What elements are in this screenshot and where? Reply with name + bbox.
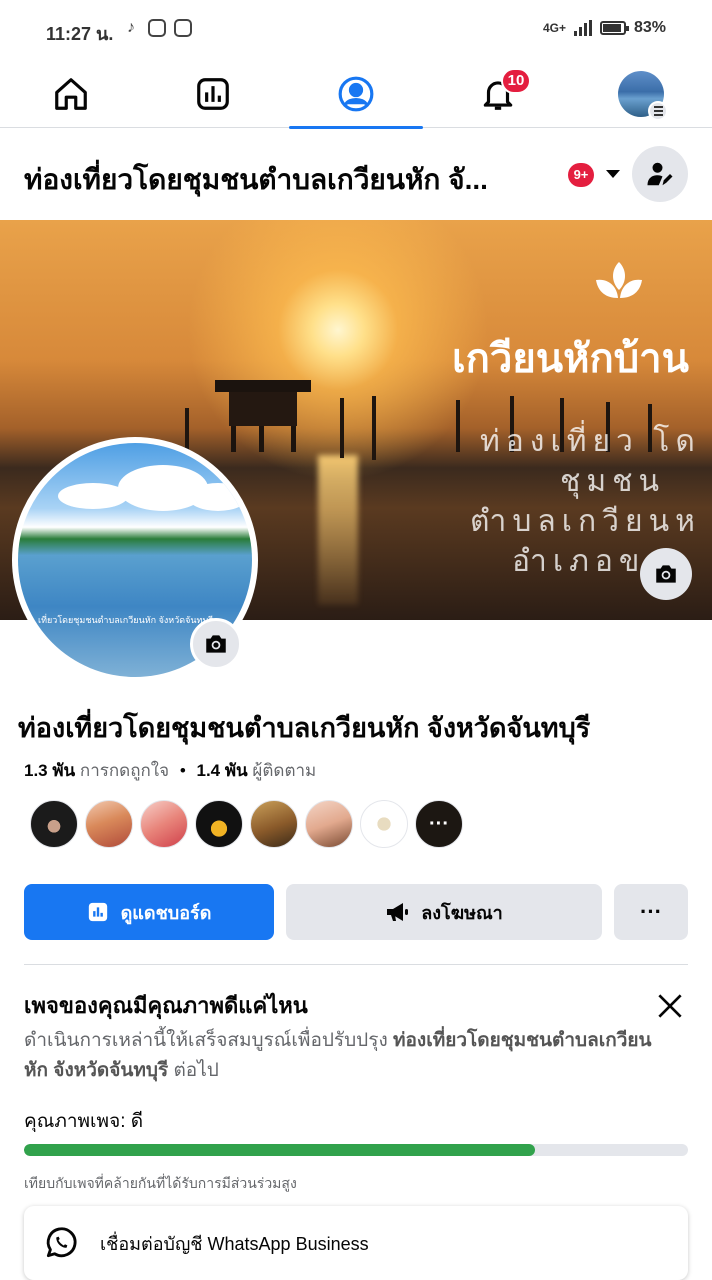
top-nav: 10 [0, 60, 712, 129]
page-header-title[interactable]: ท่องเที่ยวโดยชุมชนตำบลเกวียนหัก จั... [24, 158, 554, 202]
avatar[interactable] [360, 800, 408, 848]
dashboard-icon [197, 78, 229, 110]
avatar[interactable] [140, 800, 188, 848]
menu-avatar [618, 71, 668, 121]
quality-description: ดำเนินการเหล่านี้ให้เสร็จสมบูรณ์เพื่อปรั… [24, 1026, 664, 1086]
quality-progress-bar [24, 1144, 688, 1156]
page-stats: 1.3 พัน การกดถูกใจ • 1.4 พัน ผู้ติดตาม [24, 757, 316, 784]
switch-profile-icon [647, 162, 673, 186]
dashboard-button[interactable]: ดูแดชบอร์ด [24, 884, 274, 940]
cover-brand-text: เกวียนหักบ้าน [452, 337, 689, 381]
status-right: 4G+ 83% [543, 19, 666, 37]
signal-icon [573, 20, 592, 36]
camera-icon [656, 565, 676, 583]
avatar[interactable] [250, 800, 298, 848]
followers-count[interactable]: 1.4 พัน [197, 761, 248, 780]
camera-icon [206, 635, 226, 653]
quality-progress-fill [24, 1144, 536, 1156]
quality-desc-suffix: ต่อไป [168, 1060, 219, 1081]
notifications-badge: 10 [501, 68, 531, 94]
profile-icon [338, 76, 374, 112]
switch-profile-button[interactable] [632, 146, 688, 202]
page-name: ท่องเที่ยวโดยชุมชนตำบลเกวียนหัก จังหวัดจ… [18, 713, 591, 743]
leaf-logo-icon [596, 262, 642, 298]
more-options-button[interactable]: ··· [614, 884, 688, 940]
battery-icon [599, 21, 629, 35]
more-avatars-button[interactable]: ··· [415, 800, 463, 848]
cover-hut [215, 380, 311, 452]
profile-camera-button[interactable] [190, 618, 242, 670]
advertise-button[interactable]: ลงโฆษณา [286, 884, 602, 940]
youtube-icon [174, 19, 192, 37]
status-time: 11:27 น. [46, 24, 114, 44]
quality-label: คุณภาพเพจ: ดี [24, 1111, 144, 1132]
quality-desc-prefix: ดำเนินการเหล่านี้ให้เสร็จสมบูรณ์เพื่อปรั… [24, 1030, 393, 1051]
caret-down-icon[interactable] [606, 170, 620, 178]
followers-label: ผู้ติดตาม [252, 761, 317, 780]
battery-percent: 83% [633, 19, 666, 36]
sun-reflection [318, 455, 358, 605]
status-bar: 11:27 น. ♪ 4G+ 83% [0, 0, 712, 60]
status-app-icons: ♪ [122, 19, 192, 37]
whatsapp-connect-button[interactable]: เชื่อมต่อบัญชี WhatsApp Business [24, 1206, 688, 1280]
whatsapp-label: เชื่อมต่อบัญชี WhatsApp Business [100, 1233, 369, 1254]
profile-caption: เที่ยวโดยชุมชนตำบลเกวียนหัก จังหวัดจันทบ… [38, 615, 214, 625]
dashboard-icon [88, 902, 107, 922]
avatar[interactable] [195, 800, 243, 848]
advertise-button-label: ลงโฆษณา [421, 902, 503, 923]
avatar[interactable] [305, 800, 353, 848]
page-header: ท่องเที่ยวโดยชุมชนตำบลเกวียนหัก จั... 9+ [0, 128, 712, 220]
avatar[interactable] [85, 800, 133, 848]
quality-title: เพจของคุณมีคุณภาพดีแค่ไหน [24, 993, 308, 1018]
likes-count[interactable]: 1.3 พัน [24, 761, 75, 780]
tab-dashboard[interactable] [146, 60, 280, 128]
avatar[interactable] [30, 800, 78, 848]
instagram-icon [148, 19, 166, 37]
network-type: 4G+ [542, 21, 566, 35]
close-icon[interactable] [654, 990, 686, 1022]
tab-notifications[interactable]: 10 [431, 60, 565, 128]
likes-label: การกดถูกใจ [79, 761, 170, 780]
cover-camera-button[interactable] [640, 548, 692, 600]
tab-profile[interactable] [289, 60, 423, 129]
whatsapp-icon [46, 1227, 77, 1258]
follower-avatars[interactable]: ··· [30, 800, 463, 848]
dashboard-button-label: ดูแดชบอร์ด [120, 902, 212, 923]
tab-menu[interactable] [574, 60, 708, 128]
quality-note: เทียบกับเพจที่คล้ายกันที่ได้รับการมีส่วน… [24, 1175, 297, 1191]
megaphone-icon [387, 903, 409, 921]
tab-home[interactable] [4, 60, 138, 128]
menu-icon [648, 101, 668, 121]
divider [24, 964, 688, 965]
tiktok-icon: ♪ [127, 19, 135, 36]
home-icon [55, 78, 87, 110]
page-switch-badge: 9+ [568, 163, 594, 187]
stats-separator: • [179, 761, 186, 780]
